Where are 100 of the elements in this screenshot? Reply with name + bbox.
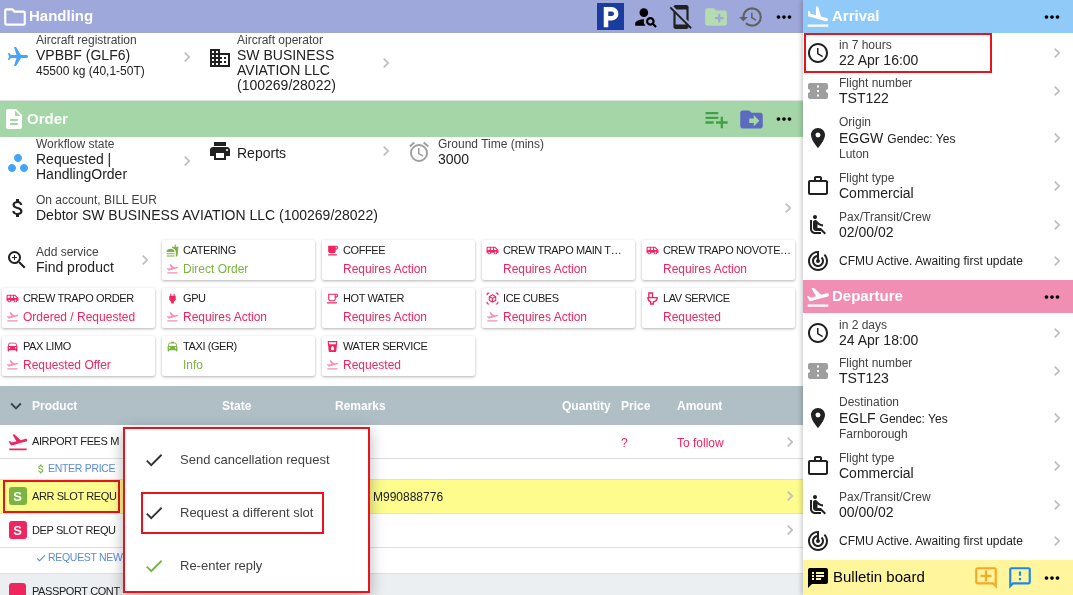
section-title: Departure: [832, 286, 903, 307]
field-value: TST123: [839, 371, 890, 386]
product-name: DEP SLOT REQU: [32, 523, 116, 538]
radar-icon: [806, 529, 830, 553]
service-card[interactable]: TAXI (GER) Info: [162, 336, 315, 376]
briefcase-icon: [806, 174, 830, 198]
plug-icon: [166, 292, 179, 305]
service-name: TAXI (GER): [183, 339, 237, 355]
taxi-icon: [166, 340, 179, 353]
service-card[interactable]: PAX LIMO Requested Offer: [2, 336, 155, 376]
field-note: Gendec: Yes: [887, 130, 956, 147]
feedback-icon[interactable]: [1007, 564, 1033, 591]
field-label: Origin: [839, 114, 872, 130]
field-note: Gendec: Yes: [879, 410, 948, 427]
service-card[interactable]: HOT WATER Requires Action: [322, 288, 475, 328]
service-card[interactable]: WATER SERVICE Requested: [322, 336, 475, 376]
field-value: Commercial: [839, 186, 914, 201]
field-label: Flight number: [839, 356, 913, 371]
field-label: Aircraft operator: [237, 33, 325, 48]
service-card[interactable]: ICE CUBES Requires Action: [482, 288, 635, 328]
action-link[interactable]: ENTER PRICE: [48, 461, 116, 477]
service-name: GPU: [183, 291, 206, 307]
parking-icon[interactable]: [597, 3, 624, 30]
clock-icon: [806, 320, 830, 345]
field-value: 02/00/02: [839, 225, 895, 240]
service-status: Requires Action: [343, 260, 428, 278]
tile-icon: [9, 582, 26, 595]
field-label: Luton: [839, 146, 871, 162]
service-status: Requested: [663, 308, 722, 326]
field-value: 22 Apr 16:00: [839, 52, 919, 68]
service-card[interactable]: GPU Requires Action: [162, 288, 315, 328]
field-value: Find product: [36, 260, 115, 275]
field-label: in 7 hours: [839, 37, 893, 53]
field-value: Commercial: [839, 466, 914, 481]
service-name: CREW TRAPO MAIN T…: [503, 243, 622, 259]
service-card[interactable]: CATERING Direct Order: [162, 240, 315, 280]
glass-icon: [326, 340, 339, 353]
service-card[interactable]: COFFEE Requires Action: [322, 240, 475, 280]
service-card[interactable]: CREW TRAPO MAIN T… Requires Action: [482, 240, 635, 280]
column-header: State: [222, 398, 252, 413]
service-name: ICE CUBES: [503, 291, 559, 307]
service-name: COFFEE: [343, 243, 386, 259]
food-icon: [166, 244, 179, 257]
field-detail: 45500 kg (40,1-50T): [36, 63, 146, 79]
mobile-off-icon[interactable]: [668, 3, 694, 30]
cube-icon: [486, 292, 499, 305]
service-card[interactable]: LAV SERVICE Requested: [642, 288, 795, 328]
field-label: Flight number: [839, 76, 913, 91]
building-icon: [208, 46, 232, 70]
car-icon: [6, 340, 19, 353]
field-label: Workflow state: [36, 137, 116, 152]
section-title: Bulletin board: [833, 567, 925, 588]
alarm-clock-icon: [407, 140, 431, 164]
field-value: Requested | HandlingOrder: [36, 152, 129, 182]
field-value: EGLF: [839, 409, 876, 426]
field-label: Pax/Transit/Crew: [839, 490, 931, 505]
column-header: Product: [32, 398, 78, 413]
field-value: Debtor SW BUSINESS AVIATION LLC (100269/28022): [36, 208, 379, 223]
service-card[interactable]: CREW TRAPO ORDER Ordered / Requested: [2, 288, 155, 328]
remarks-cell: M990888776: [373, 490, 444, 505]
column-header: Amount: [677, 398, 723, 413]
field-value: 00/00/02: [839, 505, 895, 520]
service-status: Requested: [343, 356, 402, 374]
service-name: CREW TRAPO ORDER: [23, 291, 134, 307]
section-title: Arrival: [832, 6, 880, 27]
service-status: Direct Order: [183, 260, 249, 278]
service-status: Requires Action: [503, 308, 588, 326]
section-title: Order: [27, 108, 68, 129]
field-label: in 2 days: [839, 317, 889, 333]
product-name: AIRPORT FEES M: [32, 434, 119, 450]
van-icon: [486, 244, 499, 257]
service-status: Requested Offer: [23, 356, 111, 374]
field-value: TST122: [839, 91, 890, 106]
service-name: HOT WATER: [343, 291, 404, 307]
action-link[interactable]: REQUEST NEW: [48, 549, 123, 566]
field-label: Aircraft registration: [36, 33, 138, 48]
plane-landing-icon: [805, 3, 831, 30]
toilet-icon: [647, 292, 658, 305]
clock-icon: [806, 40, 830, 65]
slot-badge: S: [8, 521, 27, 540]
airplane-icon: [6, 45, 30, 69]
van-icon: [6, 292, 19, 305]
menu-item[interactable]: Request a different slot: [141, 492, 325, 534]
van-icon: [646, 244, 659, 257]
field-value: 3000: [438, 152, 471, 167]
product-name: PASSPORT CONT: [32, 583, 120, 595]
radar-icon: [806, 249, 830, 273]
service-card[interactable]: CREW TRAPO NOVOTE… Requires Action: [642, 240, 795, 280]
section-title: Handling: [29, 6, 94, 27]
field-label: Add service: [36, 245, 100, 260]
service-name: LAV SERVICE: [663, 291, 730, 307]
field-value: VPBBF (GLF6): [36, 48, 132, 63]
service-name: WATER SERVICE: [343, 339, 428, 355]
service-status: Requires Action: [663, 260, 748, 278]
coffee-cup-icon: [326, 244, 339, 257]
service-name: CREW TRAPO NOVOTE…: [663, 243, 791, 259]
service-status: Requires Action: [503, 260, 588, 278]
price-cell: ?: [621, 435, 628, 450]
service-name: PAX LIMO: [23, 339, 71, 355]
workflow-icon: [6, 151, 30, 175]
